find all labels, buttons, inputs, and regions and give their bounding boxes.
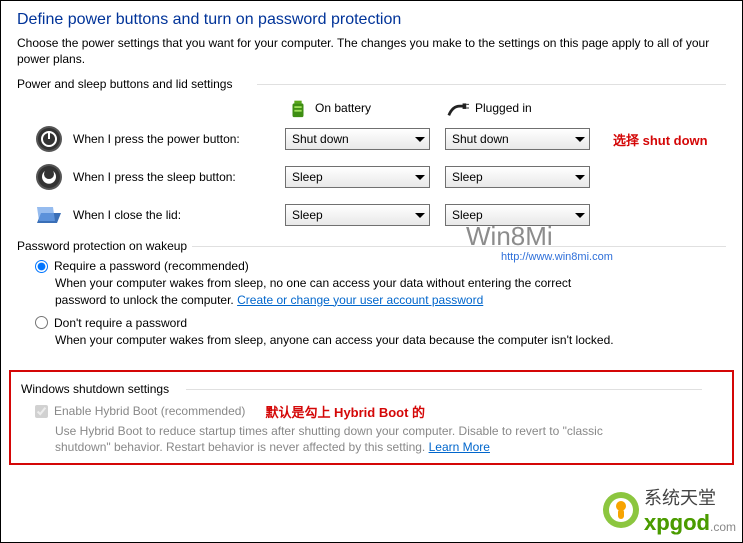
section-password-label: Password protection on wakeup [17,239,726,253]
section-shutdown-label: Windows shutdown settings [21,382,722,396]
learn-more-link[interactable]: Learn More [429,440,490,454]
col-battery-label: On battery [315,101,371,115]
lid-icon [35,201,63,229]
require-password-radio[interactable] [35,260,48,273]
chevron-down-icon [415,175,425,180]
lid-plugged-combo[interactable]: Sleep [445,204,590,226]
chevron-down-icon [415,213,425,218]
require-password-desc: When your computer wakes from sleep, no … [55,275,623,307]
require-password-label: Require a password (recommended) [54,259,249,273]
page-title: Define power buttons and turn on passwor… [17,11,726,29]
section-buttons-label: Power and sleep buttons and lid settings [17,77,726,91]
chevron-down-icon [575,175,585,180]
chevron-down-icon [575,213,585,218]
sleep-button-label: When I press the sleep button: [73,170,285,184]
hybrid-boot-checkbox[interactable] [35,405,48,418]
sleep-battery-combo[interactable]: Sleep [285,166,430,188]
chevron-down-icon [415,137,425,142]
power-button-label: When I press the power button: [73,132,285,146]
battery-icon [287,97,309,119]
hybrid-boot-desc: Use Hybrid Boot to reduce startup times … [55,423,623,455]
page-description: Choose the power settings that you want … [17,35,726,67]
no-password-desc: When your computer wakes from sleep, any… [55,332,623,348]
annotation-hybrid: 默认是勾上 Hybrid Boot 的 [265,402,425,421]
no-password-radio[interactable] [35,316,48,329]
power-button-icon [35,125,63,153]
column-headers: On battery Plugged in [287,97,726,119]
power-plugged-combo[interactable]: Shut down [445,128,590,150]
sleep-plugged-combo[interactable]: Sleep [445,166,590,188]
col-plugged-label: Plugged in [475,101,532,115]
chevron-down-icon [575,137,585,142]
sleep-button-icon [35,163,63,191]
plug-icon [447,97,469,119]
lid-label: When I close the lid: [73,208,285,222]
lid-battery-combo[interactable]: Sleep [285,204,430,226]
hybrid-boot-label: Enable Hybrid Boot (recommended) [54,404,245,418]
power-battery-combo[interactable]: Shut down [285,128,430,150]
site-logo: 系统天堂 xpgod.com [602,484,736,536]
no-password-label: Don't require a password [54,316,187,330]
highlight-box: Windows shutdown settings Enable Hybrid … [9,370,734,465]
create-password-link[interactable]: Create or change your user account passw… [237,293,483,307]
annotation-shutdown: 选择 shut down [613,130,708,149]
